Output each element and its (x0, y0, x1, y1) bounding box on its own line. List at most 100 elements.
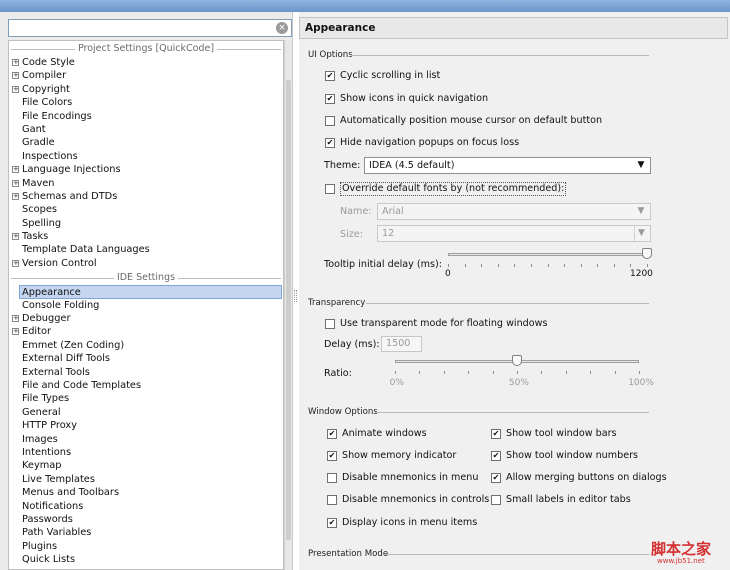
sidebar-item[interactable]: HTTP Proxy (9, 419, 283, 432)
checkbox-box[interactable]: ✔ (491, 429, 501, 439)
sidebar-item[interactable]: Passwords (9, 513, 283, 526)
sidebar-item-label: Intentions (22, 446, 72, 458)
sidebar-item[interactable]: Inspections (9, 150, 283, 163)
checkbox-box[interactable] (325, 184, 335, 194)
expand-icon[interactable]: + (12, 328, 19, 336)
sidebar-item[interactable]: Intentions (9, 446, 283, 459)
watermark-url: www.jb51.net (657, 557, 705, 565)
sidebar-item[interactable]: + Maven (9, 177, 283, 190)
sidebar-item[interactable]: Plugins (9, 540, 283, 553)
sidebar-item[interactable]: + Debugger (9, 312, 283, 325)
sidebar-item[interactable]: + Copyright (9, 83, 283, 96)
slider-tick (597, 264, 599, 267)
search-field-container[interactable]: × (8, 19, 292, 37)
font-name-select[interactable]: Arial ▼ (377, 203, 651, 220)
checkbox-box[interactable] (491, 495, 501, 505)
sidebar-item-label: Live Templates (22, 473, 95, 485)
checkbox-box[interactable] (325, 116, 335, 126)
expand-icon[interactable]: + (12, 166, 19, 174)
sidebar-item[interactable]: + Schemas and DTDs (9, 190, 283, 203)
tooltip-delay-slider-thumb[interactable] (642, 248, 652, 259)
checkbox-box[interactable]: ✔ (491, 451, 501, 461)
sidebar-item-label: Plugins (22, 540, 58, 552)
sidebar-item[interactable]: Template Data Languages (9, 243, 283, 256)
sidebar-item[interactable]: Quick Lists (9, 553, 283, 566)
sidebar-item[interactable]: Live Templates (9, 473, 283, 486)
sidebar-item-label: Keymap (22, 460, 62, 472)
sidebar-item[interactable]: + Compiler (9, 69, 283, 82)
expand-icon[interactable]: + (12, 315, 19, 323)
sidebar-item[interactable]: Emmet (Zen Coding) (9, 339, 283, 352)
checkbox-box[interactable]: ✔ (327, 429, 337, 439)
presentation-mode-divider (384, 554, 649, 555)
expand-icon[interactable]: + (12, 85, 19, 93)
sidebar-item-label: File and Code Templates (22, 379, 142, 391)
checkbox-box[interactable] (325, 319, 335, 329)
slider-tick (419, 371, 421, 374)
project-settings-list: + Code Style + Compiler + Copyright File Color… (9, 56, 283, 270)
sidebar-item[interactable]: External Tools (9, 366, 283, 379)
sidebar-item[interactable]: + Language Injections (9, 163, 283, 176)
sidebar-scrollbar[interactable] (284, 40, 292, 570)
sidebar-item-label: Images (22, 433, 58, 445)
sidebar-item[interactable]: Console Folding (9, 299, 283, 312)
sidebar-item[interactable]: Gant (9, 123, 283, 136)
sidebar-item[interactable]: Keymap (9, 459, 283, 472)
theme-select[interactable]: IDEA (4.5 default) ▼ (364, 157, 651, 174)
clear-search-icon[interactable]: × (276, 22, 288, 34)
checkbox-box[interactable]: ✔ (327, 518, 337, 528)
expand-icon[interactable]: + (12, 192, 19, 200)
checkbox-box[interactable]: ✔ (491, 473, 501, 483)
checkbox-box[interactable]: ✔ (327, 451, 337, 461)
slider-tick (530, 264, 532, 267)
expand-icon[interactable]: + (12, 179, 19, 187)
checkbox-box[interactable]: ✔ (325, 94, 335, 104)
sidebar-item[interactable]: Menus and Toolbars (9, 486, 283, 499)
slider-tick (564, 264, 566, 267)
font-size-select[interactable]: 12 ▼ (377, 225, 651, 242)
sidebar-item[interactable]: File Types (9, 392, 283, 405)
ratio-slider-thumb[interactable] (512, 355, 522, 366)
sidebar-item[interactable]: File Colors (9, 96, 283, 109)
sidebar-item[interactable]: Notifications (9, 500, 283, 513)
sidebar-item[interactable]: + Code Style (9, 56, 283, 69)
sidebar-item[interactable]: + Tasks (9, 230, 283, 243)
checkbox-box[interactable]: ✔ (325, 71, 335, 81)
window-options-divider (375, 412, 649, 413)
checkbox-box[interactable]: ✔ (325, 138, 335, 148)
sidebar-item-label: Template Data Languages (22, 244, 150, 256)
sidebar-item[interactable]: Gradle (9, 136, 283, 149)
sidebar-item-label: Gant (22, 123, 46, 135)
scrollbar-thumb[interactable] (286, 80, 291, 540)
tooltip-delay-track[interactable] (448, 253, 647, 256)
expand-icon[interactable]: + (12, 233, 19, 241)
delay-input[interactable]: 1500 (381, 336, 422, 352)
sidebar-item[interactable]: General (9, 406, 283, 419)
expand-icon[interactable]: + (12, 259, 19, 267)
sidebar-item[interactable]: Path Variables (9, 526, 283, 539)
slider-tick (580, 264, 582, 267)
expand-icon[interactable]: + (12, 59, 19, 66)
sidebar-item-label: File Colors (22, 97, 73, 109)
sidebar-item[interactable]: + Editor (9, 325, 283, 338)
sidebar-item[interactable]: Appearance (19, 285, 282, 299)
sidebar-item-label: Code Style (22, 57, 75, 68)
tooltip-delay-label: Tooltip initial delay (ms): (324, 259, 442, 270)
sidebar-item[interactable]: File and Code Templates (9, 379, 283, 392)
checkbox-box[interactable] (327, 495, 337, 505)
sidebar-item[interactable]: Scopes (9, 203, 283, 216)
checkbox-box[interactable] (327, 473, 337, 483)
sidebar-item[interactable]: External Diff Tools (9, 352, 283, 365)
transparency-divider (366, 303, 649, 304)
sidebar-item-label: Passwords (22, 513, 73, 525)
sidebar-item[interactable]: Spelling (9, 217, 283, 230)
sidebar-item-label: Scopes (22, 204, 57, 216)
sidebar-item[interactable]: + Version Control (9, 257, 283, 270)
expand-icon[interactable]: + (12, 72, 19, 80)
sidebar-item-label: Console Folding (22, 299, 100, 311)
sidebar-item[interactable]: File Encodings (9, 110, 283, 123)
splitter-handle[interactable] (294, 290, 297, 302)
sidebar-item[interactable]: Images (9, 433, 283, 446)
slider-tick (547, 264, 549, 267)
slider-tick (514, 264, 516, 267)
